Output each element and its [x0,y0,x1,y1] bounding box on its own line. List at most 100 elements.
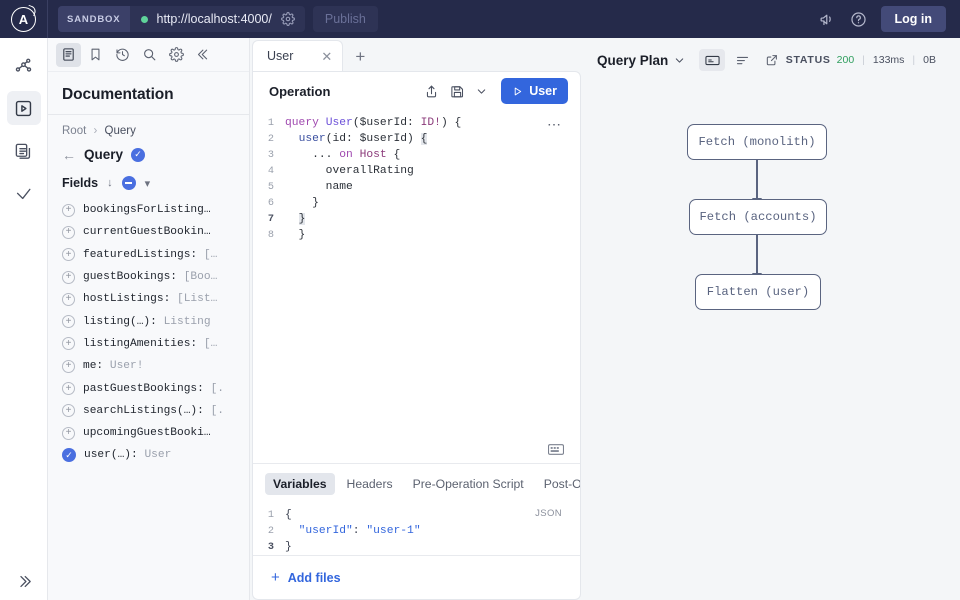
field-selected-check-icon[interactable]: ✓ [62,448,76,462]
code-more-menu[interactable]: ⋯ [547,116,562,133]
operation-menu-chevron[interactable] [476,86,487,97]
field-label: listingAmenities: [… [83,338,217,350]
code-text: overallRating [285,165,414,177]
copy-stack-icon [14,142,33,161]
field-item[interactable]: ✓user(…): User [54,444,243,466]
brand-logo[interactable]: A [0,0,48,38]
qp-view-list[interactable] [729,49,755,71]
chevron-double-left-icon [196,47,211,62]
rail-item-explorer[interactable] [7,91,41,125]
announcements-button[interactable] [819,11,836,28]
field-add-icon[interactable]: + [62,404,75,417]
field-add-icon[interactable]: + [62,293,75,306]
docs-tab-search[interactable] [137,43,162,67]
qp-open-external[interactable] [759,49,785,71]
docs-tab-saved[interactable] [83,43,108,67]
variables-editor[interactable]: JSON 1{2 "userId": "user-1"3} [253,503,580,555]
keyboard-shortcuts-button[interactable] [548,444,564,455]
field-add-icon[interactable]: + [62,360,75,373]
new-tab-button[interactable]: + [343,48,377,65]
line-number: 2 [253,134,285,145]
field-type: Listing [164,316,211,328]
code-token [285,213,299,225]
close-icon[interactable]: ✕ [321,50,332,63]
rail-item-collections[interactable] [7,134,41,168]
code-text: ... on Host { [285,149,400,161]
chevron-down-icon[interactable]: ▾ [145,177,151,190]
field-item[interactable]: +searchListings(…): [. [54,400,243,422]
list-view-icon [735,53,750,68]
add-files-button[interactable]: Add files [288,571,341,585]
variables-tab[interactable]: Pre-Operation Script [405,473,532,495]
field-add-icon[interactable]: + [62,382,75,395]
publish-button[interactable]: Publish [313,6,378,32]
plan-node-0[interactable]: Fetch (monolith) [687,124,827,160]
field-add-icon[interactable]: + [62,337,75,350]
variables-tab[interactable]: Variables [265,473,335,495]
field-item[interactable]: +pastGuestBookings: [. [54,377,243,399]
field-add-icon[interactable]: + [62,226,75,239]
help-button[interactable] [850,11,867,28]
page-title: Documentation [48,86,249,115]
endpoint-url[interactable]: http://localhost:4000/ [157,12,281,26]
field-item[interactable]: +hostListings: [List… [54,288,243,310]
operation-tab-user[interactable]: User ✕ [252,40,343,71]
field-add-icon[interactable]: + [62,204,75,217]
run-operation-button[interactable]: User [501,78,568,104]
field-label: guestBookings: [Boo… [83,271,217,283]
field-item[interactable]: + listing(…): Listing [54,310,243,332]
variables-tab[interactable]: Post-Oper [536,473,580,495]
docs-tab-documentation[interactable] [56,43,81,67]
code-token: } [285,229,305,241]
plan-node-1[interactable]: Fetch (accounts) [689,199,827,235]
docs-tab-history[interactable] [110,43,135,67]
plan-node-2[interactable]: Flatten (user) [695,274,821,310]
connection-status-dot [141,16,148,23]
open-external-icon [765,53,779,67]
field-add-icon[interactable]: + [62,315,75,328]
chevron-down-icon [674,55,685,66]
deselect-all-icon[interactable] [122,176,136,190]
logo-letter: A [19,12,28,27]
field-item[interactable]: +featuredListings: [… [54,244,243,266]
field-add-icon[interactable]: + [62,271,75,284]
sort-arrow-icon[interactable]: ↓ [107,177,113,189]
code-token: } [285,541,292,553]
query-plan-panel: Query Plan [583,38,960,600]
type-selected-check-icon[interactable]: ✓ [131,148,145,162]
save-button[interactable] [450,84,465,99]
docs-collapse-button[interactable] [191,43,216,67]
rail-item-checks[interactable] [7,177,41,211]
field-item[interactable]: +me: User! [54,355,243,377]
login-button[interactable]: Log in [881,6,947,32]
code-text: "userId": "user-1" [285,525,421,537]
back-arrow-icon[interactable]: ← [62,148,76,162]
field-item[interactable]: + upcomingGuestBooki… [54,422,243,444]
query-plan-chevron[interactable] [674,55,685,66]
breadcrumb-current: Query [105,125,136,137]
field-item[interactable]: + listingAmenities: [… [54,333,243,355]
docs-tab-settings[interactable] [164,43,189,67]
code-text: } [285,213,305,225]
rail-item-schema[interactable] [7,48,41,82]
tab-label: User [267,49,293,63]
response-size: 0B [923,54,936,66]
breadcrumb-root[interactable]: Root [62,125,86,137]
field-item[interactable]: + guestBookings: [Boo… [54,266,243,288]
operation-code-editor[interactable]: 1query User($userId: ID!) {2 user(id: $u… [253,110,580,463]
qp-view-diagram[interactable] [699,49,725,71]
rail-expand-button[interactable] [0,573,48,590]
field-add-icon[interactable]: + [62,427,75,440]
code-text: } [285,541,292,553]
field-label: listing(…): Listing [83,316,211,328]
code-token: } [299,213,306,225]
field-add-icon[interactable]: + [62,248,75,261]
field-item[interactable]: +bookingsForListing… [54,199,243,221]
variables-tab[interactable]: Headers [339,473,401,495]
field-label: upcomingGuestBooki… [83,427,211,439]
status-divider: | [862,54,865,66]
share-button[interactable] [424,84,439,99]
endpoint-settings-button[interactable] [281,12,305,26]
code-token: "user-1" [366,525,420,537]
field-item[interactable]: +currentGuestBookin… [54,221,243,243]
